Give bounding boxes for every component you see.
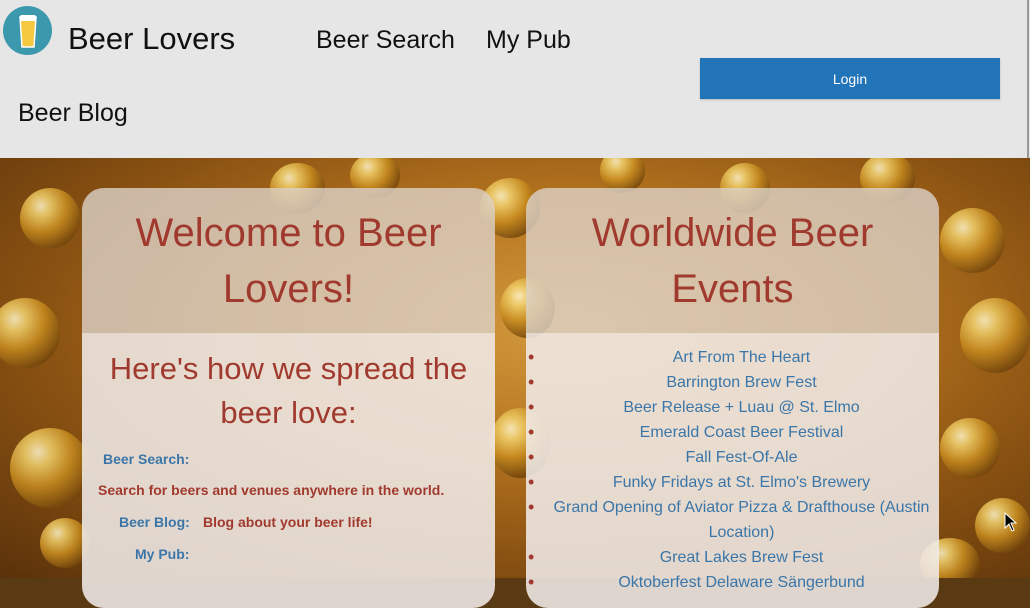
feature-label-beer-blog: Beer Blog: [119, 514, 190, 530]
feature-label-beer-search: Beer Search: [103, 451, 190, 467]
event-link[interactable]: Fall Fest-Of-Ale [526, 445, 939, 470]
event-link[interactable]: Art From The Heart [526, 345, 939, 370]
beer-glass-icon[interactable] [3, 6, 52, 55]
event-link[interactable]: Beer Release + Luau @ St. Elmo [526, 395, 939, 420]
mouse-cursor-icon [1004, 512, 1018, 532]
welcome-card-header: Welcome to Beer Lovers! [82, 188, 495, 333]
login-button[interactable]: Login [700, 58, 1000, 99]
welcome-title: Welcome to Beer Lovers! [135, 210, 442, 311]
feature-desc-beer-blog: Blog about your beer life! [203, 514, 373, 530]
welcome-card-body: Here's how we spread the beer love: Beer… [82, 333, 495, 608]
event-link[interactable]: Grand Opening of Aviator Pizza & Draftho… [526, 495, 939, 545]
events-card-header: Worldwide Beer Events [526, 188, 939, 333]
nav-my-pub[interactable]: My Pub [486, 24, 571, 56]
feature-desc-beer-search: Search for beers and venues anywhere in … [98, 482, 445, 498]
nav-beer-blog[interactable]: Beer Blog [18, 97, 128, 129]
top-nav-bar: Beer Lovers Beer Search My Pub Beer Blog… [0, 0, 1030, 158]
event-link[interactable]: Barrington Brew Fest [526, 370, 939, 395]
event-link[interactable]: Funky Fridays at St. Elmo's Brewery [526, 470, 939, 495]
event-link[interactable]: Oktoberfest Delaware Sängerbund [526, 570, 939, 595]
events-title: Worldwide Beer Events [591, 210, 874, 311]
welcome-subtitle: Here's how we spread the beer love: [109, 351, 468, 430]
welcome-card: Welcome to Beer Lovers! Here's how we sp… [82, 188, 495, 608]
window-edge [1027, 0, 1029, 158]
feature-label-my-pub: My Pub: [135, 546, 190, 562]
nav-beer-search[interactable]: Beer Search [316, 24, 455, 56]
events-card: Worldwide Beer Events Art From The Heart… [526, 188, 939, 608]
event-link[interactable]: Emerald Coast Beer Festival [526, 420, 939, 445]
events-card-body: Art From The Heart Barrington Brew Fest … [526, 333, 939, 608]
brand-name[interactable]: Beer Lovers [68, 20, 235, 58]
event-link[interactable]: Great Lakes Brew Fest [526, 545, 939, 570]
events-list: Art From The Heart Barrington Brew Fest … [526, 333, 939, 595]
